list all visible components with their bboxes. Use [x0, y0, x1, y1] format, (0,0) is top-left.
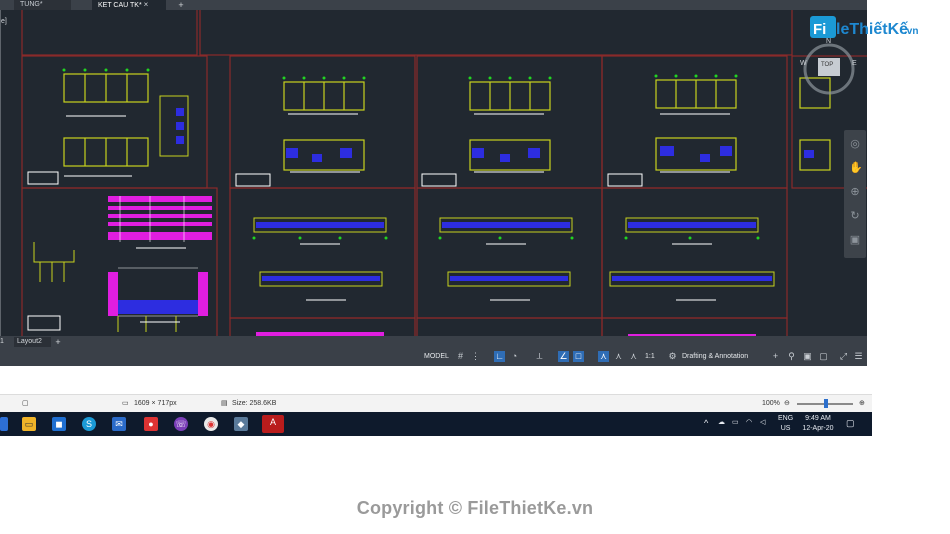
region-code: US: [780, 425, 791, 432]
new-tab-button[interactable]: +: [176, 0, 186, 10]
photos-icon[interactable]: ◆: [234, 417, 248, 431]
window-edge: [867, 0, 870, 366]
zoom-slider-thumb[interactable]: [824, 399, 828, 408]
drawing-canvas[interactable]: e]: [0, 10, 868, 336]
doc-tab-label: KET CAU TK*: [98, 2, 142, 9]
snap-icon[interactable]: ⋮: [470, 351, 481, 362]
zoom-out-icon[interactable]: ⊖: [784, 398, 790, 410]
svg-text:.vn: .vn: [904, 26, 918, 37]
object-snap-tracking-icon[interactable]: ∠: [558, 351, 569, 362]
auto-scale-icon[interactable]: ⋏: [613, 351, 624, 362]
chrome-icon[interactable]: ◉: [204, 417, 218, 431]
svg-text:Fi: Fi: [813, 21, 826, 38]
add-layout-button[interactable]: +: [52, 337, 64, 347]
compass-east: E: [852, 60, 857, 67]
volume-icon[interactable]: ◁: [760, 418, 765, 428]
footing-detail: [33, 242, 177, 332]
isodraft-icon[interactable]: ⟂: [534, 351, 545, 362]
layout-tab-bar: 1 Layout2 +: [0, 336, 870, 348]
showmotion-icon[interactable]: ▣: [849, 234, 861, 246]
store-icon[interactable]: ◼: [52, 417, 66, 431]
viber-icon[interactable]: ☏: [174, 417, 188, 431]
rebar-fill: [110, 108, 814, 314]
battery-icon[interactable]: ▭: [732, 418, 739, 428]
object-snap-icon[interactable]: □: [573, 351, 584, 362]
grid-icon[interactable]: #: [455, 351, 466, 362]
ortho-icon[interactable]: ∟: [494, 351, 505, 362]
autocad-window: TUNG* KET CAU TK* × + e] TOP N W E ◎ ✋ ⊕…: [0, 0, 870, 366]
sheet-frames: [21, 10, 868, 336]
clock-date: 12-Apr-20: [802, 425, 834, 432]
clock-time: 9:49 AM: [805, 415, 831, 422]
zoom-in-icon[interactable]: ⊕: [859, 398, 865, 410]
doc-tab-label: TUNG*: [20, 1, 43, 8]
wifi-icon[interactable]: ◠: [746, 418, 752, 428]
language-code: ENG: [778, 415, 794, 422]
fullscreen-icon[interactable]: ⤢: [838, 351, 849, 362]
compass-west: W: [800, 60, 807, 67]
messenger-icon[interactable]: ●: [144, 417, 158, 431]
size-icon: ▤: [221, 400, 228, 407]
windows-taskbar: ▭ ◼ S ✉ ● ☏ ◉ ◆ A ^ ☁ ▭ ◠ ◁ ENG US 9:49 A…: [0, 412, 872, 436]
zoom-level: 100%: [762, 400, 780, 407]
doc-tab-ket-cau[interactable]: KET CAU TK* ×: [92, 0, 166, 10]
skype-icon[interactable]: S: [82, 417, 96, 431]
viewcube[interactable]: TOP N W E: [800, 38, 858, 98]
fit-icon[interactable]: ▢: [22, 398, 29, 410]
tray-expand-icon[interactable]: ^: [704, 418, 708, 428]
annotation-scale-icon[interactable]: ⋏: [628, 351, 639, 362]
zoom-extents-icon[interactable]: ⊕: [849, 186, 861, 198]
input-language[interactable]: ENG US: [778, 414, 793, 434]
workspace-switch[interactable]: Drafting & Annotation: [682, 351, 748, 363]
copyright-watermark: Copyright © FileThietKe.vn: [356, 498, 594, 518]
image-viewer-status-bar: ▢ ▭ 1609 × 717px ▤ Size: 258.6KB 100% ⊖ …: [0, 394, 872, 413]
svg-text:e]: e]: [1, 18, 7, 25]
layout-tab-1[interactable]: 1: [0, 337, 10, 347]
pan-icon[interactable]: ✋: [849, 162, 863, 174]
model-space-button[interactable]: MODEL: [424, 351, 449, 363]
onedrive-icon[interactable]: ☁: [718, 418, 725, 428]
polar-icon[interactable]: ◔: [509, 351, 520, 362]
dimensions-icon: ▭: [122, 400, 129, 407]
annotation-scale[interactable]: 1:1: [645, 351, 655, 363]
status-bar: MODEL # ⋮ ∟ ◔ ⟂ ∠ □ ⋏ ⋏ ⋏ 1:1 ⚙ Drafting…: [0, 348, 870, 366]
mail-icon[interactable]: ✉: [112, 417, 126, 431]
doc-tab-tung[interactable]: TUNG*: [14, 0, 71, 10]
task-view-icon[interactable]: [0, 417, 8, 431]
section-details: [108, 196, 756, 336]
layout-tab-layout2[interactable]: Layout2: [14, 337, 51, 347]
file-explorer-icon[interactable]: ▭: [22, 417, 36, 431]
file-size: Size: 258.6KB: [232, 400, 277, 407]
close-tab-icon[interactable]: ×: [144, 0, 149, 9]
hamburger-menu-icon[interactable]: ☰: [853, 351, 864, 362]
beam-elevations: [159, 95, 775, 287]
viewcube-top-face[interactable]: TOP: [821, 62, 833, 68]
plus-icon[interactable]: +: [770, 351, 781, 362]
clock[interactable]: 9:49 AM 12-Apr-20: [800, 414, 836, 434]
clean-screen-icon[interactable]: ▢: [818, 351, 829, 362]
hardware-acceleration-icon[interactable]: ▣: [802, 351, 813, 362]
brand-logo: Fi leThiếtKế .vn: [806, 10, 922, 46]
drawing-sheets: e]: [0, 10, 868, 336]
image-dimensions: 1609 × 717px: [134, 400, 177, 407]
autocad-icon[interactable]: A: [262, 415, 284, 433]
document-tab-bar: TUNG* KET CAU TK* × +: [0, 0, 870, 10]
isolate-objects-icon[interactable]: ⚲: [786, 351, 797, 362]
grid-markers: [62, 68, 760, 240]
svg-text:leThiếtKế: leThiếtKế: [836, 21, 908, 38]
gear-icon[interactable]: ⚙: [667, 351, 678, 362]
steering-wheel-icon[interactable]: ◎: [849, 138, 861, 150]
navigation-bar: ◎ ✋ ⊕ ↻ ▣: [844, 130, 866, 258]
annotation-visibility-icon[interactable]: ⋏: [598, 351, 609, 362]
orbit-icon[interactable]: ↻: [849, 210, 861, 222]
notification-icon[interactable]: ▢: [846, 418, 855, 428]
